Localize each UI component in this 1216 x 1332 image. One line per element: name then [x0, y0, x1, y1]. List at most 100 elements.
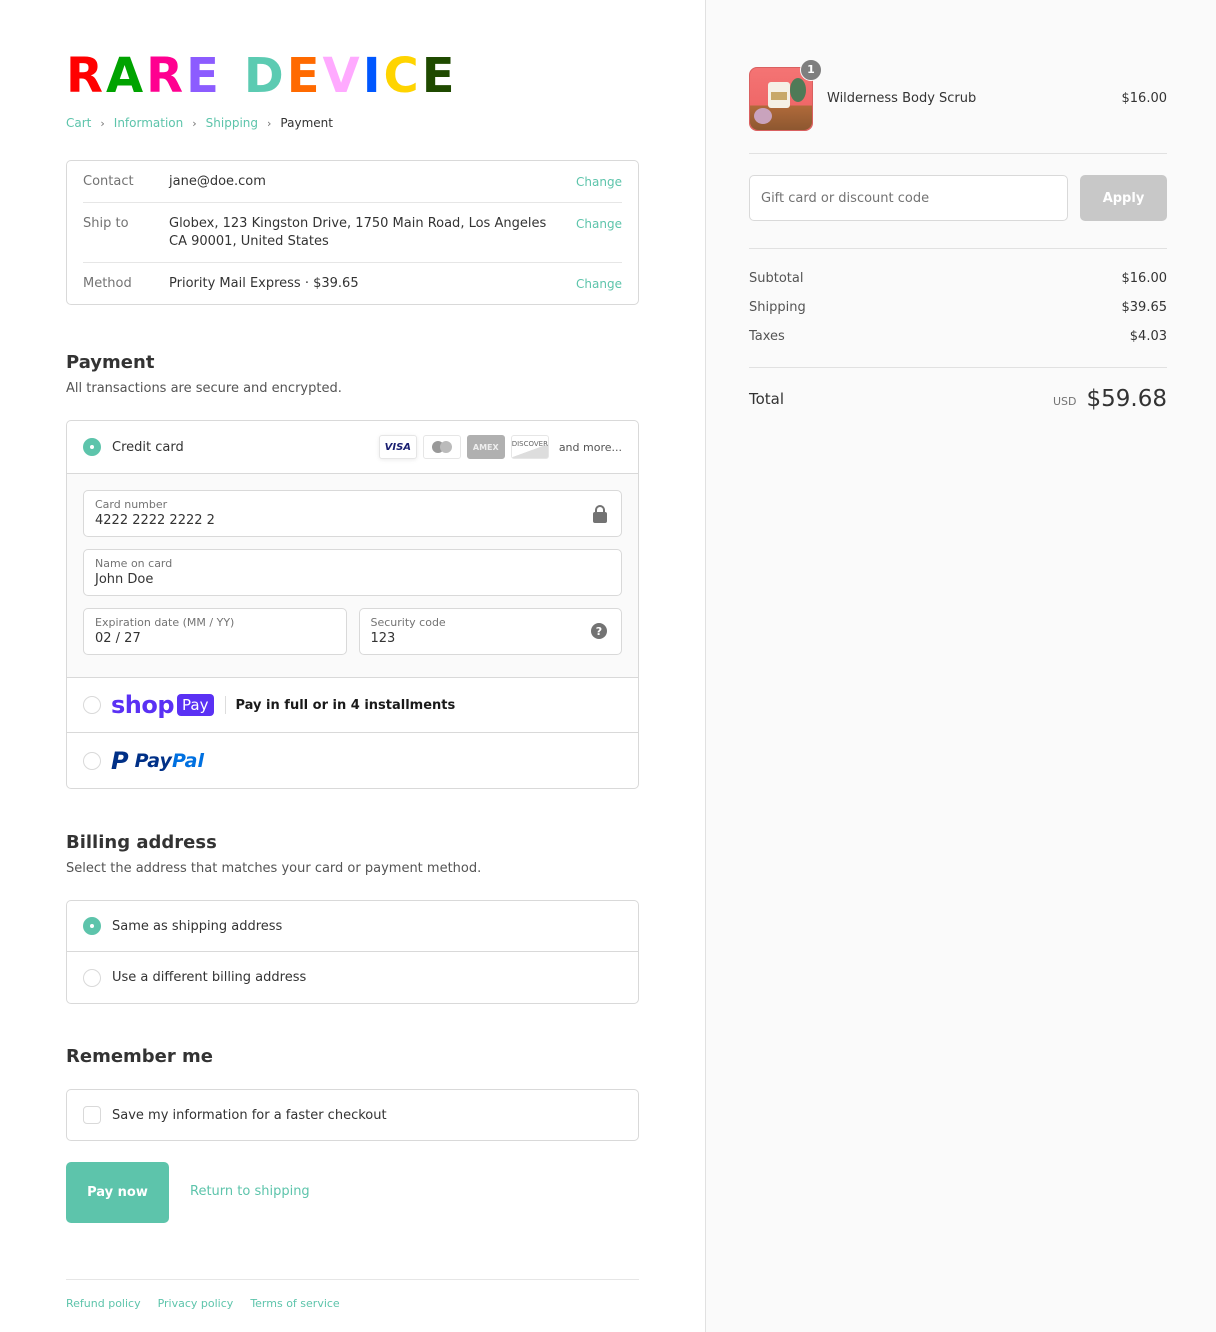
billing-option-label: Use a different billing address [112, 970, 307, 985]
logo-letter: V [322, 48, 363, 104]
review-value: jane@doe.com [169, 174, 266, 189]
security-code-field[interactable]: Security code 123 ? [358, 608, 622, 655]
review-value: Globex, 123 Kingston Drive, 1750 Main Ro… [169, 216, 547, 249]
subtotal-row: Subtotal $16.00 [749, 271, 1167, 286]
paypal-wordmark: PayPal [134, 749, 204, 772]
breadcrumb: Cart › Information › Shipping › Payment [66, 116, 333, 130]
shop-pay-badge: Pay [177, 694, 214, 716]
remember-me-label: Save my information for a faster checkou… [112, 1107, 387, 1123]
breadcrumb-shipping[interactable]: Shipping [206, 116, 258, 130]
review-block: Contact jane@doe.com Change Ship to Glob… [66, 160, 639, 305]
more-brands-text: and more... [558, 440, 622, 454]
privacy-policy-link[interactable]: Privacy policy [158, 1297, 234, 1310]
change-method-link[interactable]: Change [576, 275, 622, 293]
billing-option-label: Same as shipping address [112, 918, 283, 934]
different-address-radio[interactable] [83, 968, 101, 987]
chevron-right-icon: › [267, 116, 272, 130]
discount-code-input[interactable] [749, 175, 1068, 221]
refund-policy-link[interactable]: Refund policy [66, 1297, 141, 1310]
logo-letter: A [105, 48, 147, 104]
remember-me-checkbox[interactable] [83, 1106, 101, 1124]
breadcrumb-information[interactable]: Information [114, 116, 183, 130]
shop-pay-radio[interactable] [83, 696, 101, 714]
review-label: Contact [83, 174, 134, 189]
credit-card-radio[interactable] [83, 438, 101, 456]
billing-options: Same as shipping address Use a different… [66, 900, 639, 1004]
lock-icon [593, 505, 607, 523]
breadcrumb-payment: Payment [280, 116, 333, 130]
logo-letter: D [243, 48, 287, 104]
security-code-label: Security code [370, 616, 446, 629]
review-contact: Contact jane@doe.com Change [67, 161, 638, 202]
paypal-radio[interactable] [83, 751, 101, 770]
billing-option-same[interactable]: Same as shipping address [67, 901, 638, 952]
card-number-field[interactable]: Card number 4222 2222 2222 2 [83, 490, 622, 537]
credit-card-form: Card number 4222 2222 2222 2 Name on car… [67, 474, 638, 678]
footer: Refund policy Privacy policy Terms of se… [66, 1279, 639, 1310]
order-summary: 1 Wilderness Body Scrub $16.00 Apply Sub… [705, 0, 1216, 1332]
payment-option-paypal[interactable]: P PayPal [67, 733, 638, 788]
discount-row: Apply [749, 175, 1167, 221]
terms-of-service-link[interactable]: Terms of service [250, 1297, 339, 1310]
taxes-label: Taxes [749, 329, 785, 344]
change-ship-to-link[interactable]: Change [576, 215, 622, 251]
visa-icon: VISA [378, 435, 417, 459]
subtotal-value: $16.00 [1121, 271, 1168, 286]
total-value: $59.68 [1086, 386, 1167, 412]
product-price: $16.00 [1121, 91, 1168, 106]
logo-letter: C [383, 48, 422, 104]
logo-letter: I [362, 48, 384, 104]
logo-letter: R [66, 48, 106, 104]
expiry-cvv-row: Expiration date (MM / YY) 02 / 27 Securi… [83, 608, 622, 655]
billing-option-different[interactable]: Use a different billing address [67, 952, 638, 1003]
review-ship-to: Ship to Globex, 123 Kingston Drive, 1750… [67, 203, 638, 262]
remember-title: Remember me [66, 1046, 213, 1067]
logo-letter: E [421, 48, 458, 104]
name-on-card-label: Name on card [95, 557, 173, 570]
same-address-radio[interactable] [83, 917, 101, 935]
billing-subtitle: Select the address that matches your car… [66, 861, 482, 876]
amex-icon: AMEX [466, 435, 505, 459]
divider [224, 696, 226, 714]
method-name: Priority Mail Express · [169, 276, 314, 291]
return-to-shipping-link[interactable]: Return to shipping [190, 1184, 310, 1199]
payment-subtitle: All transactions are secure and encrypte… [66, 381, 342, 396]
logo-letter: E [186, 48, 222, 104]
divider [749, 153, 1167, 154]
store-logo[interactable]: RARE DEVICE [66, 52, 458, 100]
billing-title: Billing address [66, 832, 217, 853]
total-currency: USD [1053, 394, 1077, 408]
review-value: Priority Mail Express · $39.65 [169, 275, 576, 293]
review-label: Ship to [83, 216, 129, 231]
breadcrumb-cart[interactable]: Cart [66, 116, 91, 130]
method-price: $39.65 [313, 276, 359, 291]
payment-option-credit-card[interactable]: Credit card VISA AMEX DISCOVER and more.… [67, 421, 638, 474]
name-on-card-value[interactable]: John Doe [95, 570, 610, 590]
product-name: Wilderness Body Scrub [827, 91, 977, 106]
review-method: Method Priority Mail Express · $39.65 Ch… [67, 263, 638, 304]
mastercard-icon [422, 435, 461, 459]
total-row: Total USD $59.68 [749, 386, 1167, 412]
security-code-value[interactable]: 123 [371, 629, 611, 649]
apply-button[interactable]: Apply [1080, 175, 1167, 221]
card-number-label: Card number [95, 498, 168, 511]
payment-option-shop-pay[interactable]: shop Pay Pay in full or in 4 installment… [67, 678, 638, 733]
expiration-date-field[interactable]: Expiration date (MM / YY) 02 / 27 [83, 608, 347, 655]
discover-icon: DISCOVER [510, 435, 549, 459]
expiration-date-value[interactable]: 02 / 27 [95, 629, 335, 649]
shipping-value: $39.65 [1121, 300, 1168, 315]
divider [749, 367, 1167, 368]
chevron-right-icon: › [100, 116, 105, 130]
remember-me-option[interactable]: Save my information for a faster checkou… [66, 1089, 639, 1141]
quantity-badge: 1 [800, 58, 822, 81]
change-contact-link[interactable]: Change [576, 173, 622, 191]
shop-pay-word: shop [111, 691, 175, 719]
name-on-card-field[interactable]: Name on card John Doe [83, 549, 622, 596]
review-label: Method [83, 276, 132, 291]
pay-now-button[interactable]: Pay now [66, 1162, 169, 1223]
help-icon[interactable]: ? [591, 623, 607, 639]
card-number-value[interactable]: 4222 2222 2222 2 [95, 511, 610, 531]
shop-pay-logo: shop Pay [111, 693, 214, 717]
payment-methods: Credit card VISA AMEX DISCOVER and more.… [66, 420, 639, 789]
shipping-label: Shipping [749, 300, 806, 315]
